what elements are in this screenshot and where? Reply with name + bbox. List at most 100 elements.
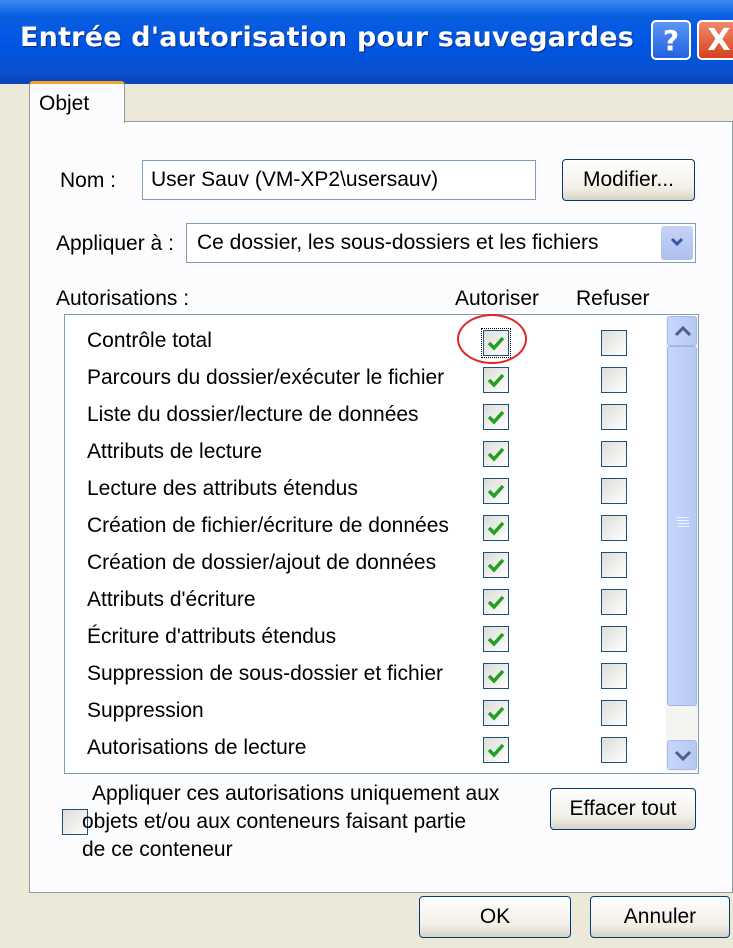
checkmark-icon	[487, 410, 505, 425]
deny-checkbox[interactable]	[601, 478, 627, 504]
permission-label: Liste du dossier/lecture de données	[87, 403, 419, 426]
deny-checkbox[interactable]	[601, 330, 627, 356]
permission-label: Lecture des attributs étendus	[87, 477, 358, 500]
clear-all-button[interactable]: Effacer tout	[550, 788, 696, 830]
scroll-down-icon	[674, 750, 692, 762]
dialog-window: Entrée d'autorisation pour sauvegardes ?…	[0, 0, 733, 948]
ok-button[interactable]: OK	[419, 896, 571, 938]
help-button[interactable]: ?	[651, 20, 691, 60]
deny-checkbox[interactable]	[601, 737, 627, 763]
permission-row[interactable]: Création de fichier/écriture de données	[65, 509, 665, 546]
allow-checkbox[interactable]	[483, 515, 509, 541]
modify-button[interactable]: Modifier...	[562, 159, 695, 201]
clear-all-label: Effacer tout	[569, 797, 677, 820]
scroll-up-icon	[674, 325, 692, 337]
checkmark-icon	[487, 484, 505, 499]
chevron-down-icon	[670, 237, 684, 247]
window-title: Entrée d'autorisation pour sauvegardes	[20, 22, 635, 53]
allow-checkbox[interactable]	[483, 626, 509, 652]
allow-checkbox[interactable]	[483, 367, 509, 393]
allow-checkbox[interactable]	[483, 589, 509, 615]
deny-checkbox[interactable]	[601, 700, 627, 726]
permission-row[interactable]: Suppression de sous-dossier et fichier	[65, 657, 665, 694]
checkmark-icon	[487, 595, 505, 610]
permission-row[interactable]: Attributs d'écriture	[65, 583, 665, 620]
permission-row[interactable]: Attributs de lecture	[65, 435, 665, 472]
scroll-up-button[interactable]	[667, 316, 697, 346]
deny-checkbox[interactable]	[601, 404, 627, 430]
permission-row[interactable]: Lecture des attributs étendus	[65, 472, 665, 509]
apply-to-label: Appliquer à :	[56, 232, 174, 255]
permission-label: Autorisations de lecture	[87, 736, 307, 759]
deny-checkbox[interactable]	[601, 367, 627, 393]
apply-only-label-line2: objets et/ou aux conteneurs faisant part…	[82, 810, 467, 833]
thumb-grip	[677, 526, 689, 527]
permission-label: Suppression de sous-dossier et fichier	[87, 662, 444, 685]
permission-row[interactable]: Liste du dossier/lecture de données	[65, 398, 665, 435]
help-icon: ?	[662, 23, 680, 57]
apply-only-label-line3: de ce conteneur	[82, 838, 233, 861]
checkmark-icon	[487, 447, 505, 462]
deny-checkbox[interactable]	[601, 663, 627, 689]
allow-checkbox[interactable]	[483, 441, 509, 467]
scroll-thumb[interactable]	[667, 346, 697, 706]
permission-row[interactable]: Écriture d'attributs étendus	[65, 620, 665, 657]
thumb-grip	[677, 517, 689, 518]
permission-label: Modification des autorisations	[87, 773, 364, 774]
checkmark-icon	[487, 632, 505, 647]
title-bar[interactable]: Entrée d'autorisation pour sauvegardes ?…	[0, 0, 733, 84]
permissions-list[interactable]: Contrôle total Parcours du dossier/exécut…	[64, 314, 699, 774]
ok-label: OK	[479, 905, 511, 928]
permission-label: Attributs d'écriture	[87, 588, 256, 611]
allow-column-header: Autoriser	[455, 287, 540, 310]
close-icon: X	[707, 22, 731, 58]
allow-checkbox[interactable]	[483, 700, 509, 726]
checkmark-icon	[487, 669, 505, 684]
deny-column-header: Refuser	[576, 287, 650, 310]
apply-to-value: Ce dossier, les sous-dossiers et les fic…	[197, 231, 599, 254]
tab-label: Objet	[39, 92, 90, 115]
apply-only-label-line1: Appliquer ces autorisations uniquement a…	[92, 782, 500, 805]
deny-checkbox[interactable]	[601, 626, 627, 652]
cancel-label: Annuler	[623, 905, 697, 928]
permission-row[interactable]: Parcours du dossier/exécuter le fichier	[65, 361, 665, 398]
deny-checkbox[interactable]	[601, 589, 627, 615]
permission-row[interactable]: Création de dossier/ajout de données	[65, 546, 665, 583]
dropdown-button[interactable]	[661, 226, 693, 260]
modify-button-label: Modifier...	[582, 168, 675, 191]
allow-checkbox[interactable]	[483, 404, 509, 430]
permission-label: Écriture d'attributs étendus	[87, 625, 337, 648]
allow-checkbox[interactable]	[483, 552, 509, 578]
name-field[interactable]: User Sauv (VM-XP2\usersauv)	[142, 160, 536, 200]
name-label: Nom :	[60, 169, 117, 192]
allow-checkbox[interactable]	[483, 478, 509, 504]
deny-checkbox[interactable]	[601, 552, 627, 578]
permission-label: Parcours du dossier/exécuter le fichier	[87, 366, 445, 389]
cancel-button[interactable]: Annuler	[590, 896, 730, 938]
tab-objet[interactable]: Objet	[29, 81, 125, 123]
checkmark-icon	[487, 706, 505, 721]
permission-label: Contrôle total	[87, 329, 212, 352]
apply-to-dropdown[interactable]: Ce dossier, les sous-dossiers et les fic…	[186, 223, 696, 263]
permission-label: Création de fichier/écriture de données	[87, 514, 449, 537]
thumb-grip	[677, 520, 689, 521]
deny-checkbox[interactable]	[601, 515, 627, 541]
close-button[interactable]: X	[697, 20, 733, 60]
permission-label: Création de dossier/ajout de données	[87, 551, 437, 574]
checkmark-icon	[487, 558, 505, 573]
allow-checkbox[interactable]	[483, 737, 509, 763]
deny-checkbox[interactable]	[601, 441, 627, 467]
permissions-label: Autorisations :	[56, 287, 190, 310]
thumb-grip	[677, 523, 689, 524]
permissions-scrollbar[interactable]	[666, 316, 698, 772]
permission-row[interactable]: Modification des autorisations	[65, 768, 665, 774]
checkmark-icon	[487, 743, 505, 758]
permission-row[interactable]: Autorisations de lecture	[65, 731, 665, 768]
permission-label: Suppression	[87, 699, 204, 722]
checkmark-icon	[487, 373, 505, 388]
checkmark-icon	[487, 521, 505, 536]
permission-row[interactable]: Suppression	[65, 694, 665, 731]
allow-checkbox[interactable]	[483, 663, 509, 689]
scroll-down-button[interactable]	[667, 740, 697, 770]
permission-row[interactable]: Contrôle total	[65, 324, 665, 361]
